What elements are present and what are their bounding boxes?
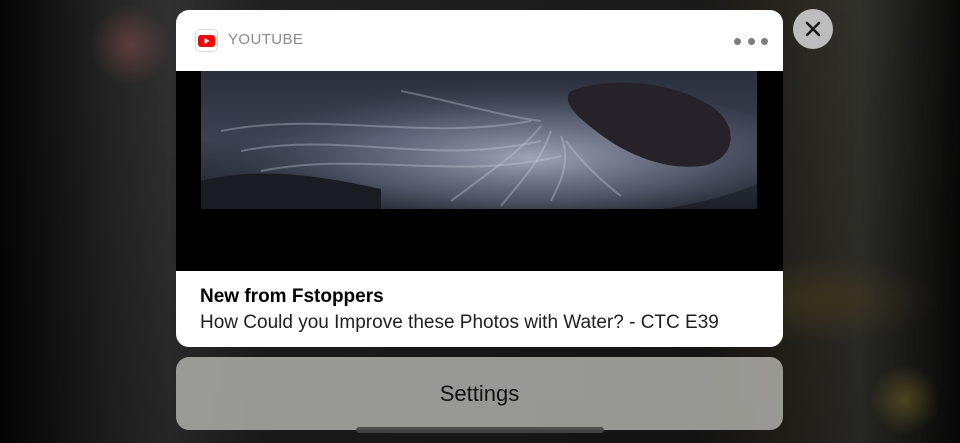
thumbnail-image (201, 71, 757, 209)
home-indicator[interactable] (356, 427, 604, 433)
ellipsis-icon (747, 37, 755, 45)
close-button[interactable] (793, 9, 833, 49)
notification-header: YOUTUBE (176, 10, 783, 71)
notification-body: How Could you Improve these Photos with … (200, 312, 719, 333)
settings-label: Settings (439, 380, 520, 406)
app-name: YOUTUBE (228, 31, 304, 48)
more-options-button[interactable] (734, 32, 768, 50)
ellipsis-icon (734, 37, 741, 45)
close-icon (805, 21, 821, 37)
notification-content: New from Fstoppers How Could you Improve… (200, 286, 770, 334)
notification-card[interactable]: YOUTUBE New from Fstoppers How Could you… (176, 10, 783, 347)
settings-button[interactable]: Settings (176, 357, 783, 430)
notification-title: New from Fstoppers (200, 286, 384, 307)
youtube-logo-icon (195, 29, 218, 52)
ellipsis-icon (761, 37, 768, 45)
video-thumbnail[interactable] (176, 71, 783, 271)
